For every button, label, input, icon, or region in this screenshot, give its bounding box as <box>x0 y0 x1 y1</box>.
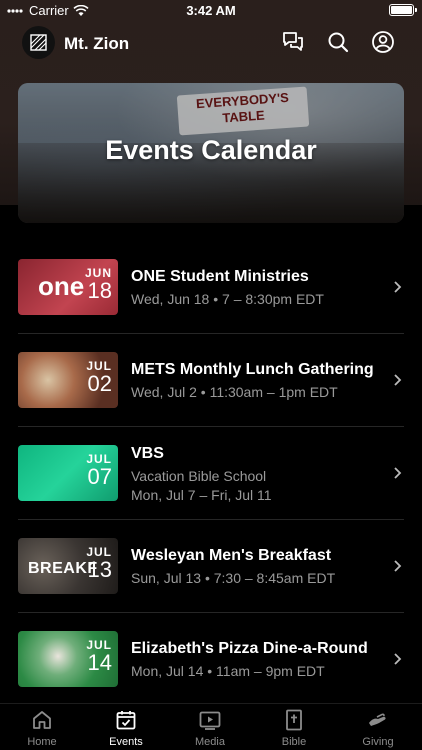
chevron-right-icon <box>394 281 402 293</box>
status-bar: Carrier 3:42 AM <box>0 0 422 22</box>
event-date-badge: JUL 13 <box>86 546 112 581</box>
event-datetime: Mon, Jul 7 – Fri, Jul 11 <box>131 486 272 503</box>
status-time: 3:42 AM <box>186 3 236 18</box>
tab-bible[interactable]: Bible <box>252 708 336 748</box>
tab-media[interactable]: Media <box>168 708 252 748</box>
event-day: 07 <box>87 464 112 489</box>
logo-icon <box>30 34 47 51</box>
app-header: Mt. Zion <box>0 24 422 64</box>
church-logo[interactable] <box>22 26 55 59</box>
event-title: VBS <box>131 444 164 462</box>
event-datetime: Sun, Jul 13 • 7:30 – 8:45am EDT <box>131 570 336 586</box>
chevron-right-icon <box>394 560 402 572</box>
event-item[interactable]: BREAKF JUL 13 Wesleyan Men's Breakfast S… <box>18 520 422 613</box>
battery-icon <box>389 4 417 16</box>
event-datetime: Mon, Jul 14 • 11am – 9pm EDT <box>131 663 325 679</box>
event-date-badge: JUN 18 <box>85 267 112 302</box>
event-date-badge: JUL 07 <box>86 453 112 488</box>
event-datetime: Wed, Jun 18 • 7 – 8:30pm EDT <box>131 291 324 307</box>
church-name[interactable]: Mt. Zion <box>64 34 129 54</box>
tab-giving[interactable]: Giving <box>336 708 420 748</box>
tab-label: Media <box>195 736 225 748</box>
tab-label: Giving <box>362 736 394 748</box>
event-day: 18 <box>87 278 112 303</box>
giving-icon <box>369 713 386 726</box>
event-thumbnail-logo: one <box>38 271 85 301</box>
chat-icon[interactable] <box>281 30 305 54</box>
bottom-tab-bar: Home Events Media Bible Giving <box>0 703 422 750</box>
event-day: 14 <box>87 650 112 675</box>
page-title: Events Calendar <box>105 135 317 165</box>
tab-home[interactable]: Home <box>0 708 84 748</box>
events-hero-banner: EVERYBODY'S TABLE Events Calendar <box>18 83 404 223</box>
event-thumbnail: JUL 07 <box>18 445 118 501</box>
chevron-right-icon <box>394 467 402 479</box>
event-datetime: Wed, Jul 2 • 11:30am – 1pm EDT <box>131 384 338 400</box>
tab-events[interactable]: Events <box>84 708 168 748</box>
event-title: ONE Student Ministries <box>131 268 309 285</box>
calendar-icon <box>116 711 136 730</box>
event-thumbnail: one JUN 18 <box>18 259 118 315</box>
event-item[interactable]: JUL 14 Elizabeth's Pizza Dine-a-Round Mo… <box>18 613 422 706</box>
home-icon <box>33 711 51 729</box>
event-item[interactable]: JUL 02 METS Monthly Lunch Gathering Wed,… <box>18 334 422 427</box>
event-item[interactable]: one JUN 18 ONE Student Ministries Wed, J… <box>18 241 422 334</box>
profile-icon[interactable] <box>371 30 395 54</box>
event-thumbnail: BREAKF JUL 13 <box>18 538 118 594</box>
bible-icon <box>286 709 302 731</box>
event-subtitle: Vacation Bible School <box>131 467 267 484</box>
event-title: METS Monthly Lunch Gathering <box>131 361 374 378</box>
event-date-badge: JUL 02 <box>86 360 112 395</box>
media-icon <box>199 711 221 730</box>
event-thumbnail: JUL 14 <box>18 631 118 687</box>
chevron-right-icon <box>394 374 402 386</box>
chevron-right-icon <box>394 653 402 665</box>
event-day: 13 <box>87 557 112 582</box>
event-title: Wesleyan Men's Breakfast <box>131 547 332 564</box>
search-icon[interactable] <box>326 30 350 54</box>
event-thumbnail: JUL 02 <box>18 352 118 408</box>
event-day: 02 <box>87 371 112 396</box>
tab-label: Bible <box>281 736 307 748</box>
event-date-badge: JUL 14 <box>86 639 112 674</box>
tab-label: Home <box>27 736 57 748</box>
tab-label: Events <box>109 736 143 748</box>
event-title: Elizabeth's Pizza Dine-a-Round <box>131 640 368 657</box>
event-item[interactable]: JUL 07 VBS Vacation Bible School Mon, Ju… <box>18 427 422 520</box>
